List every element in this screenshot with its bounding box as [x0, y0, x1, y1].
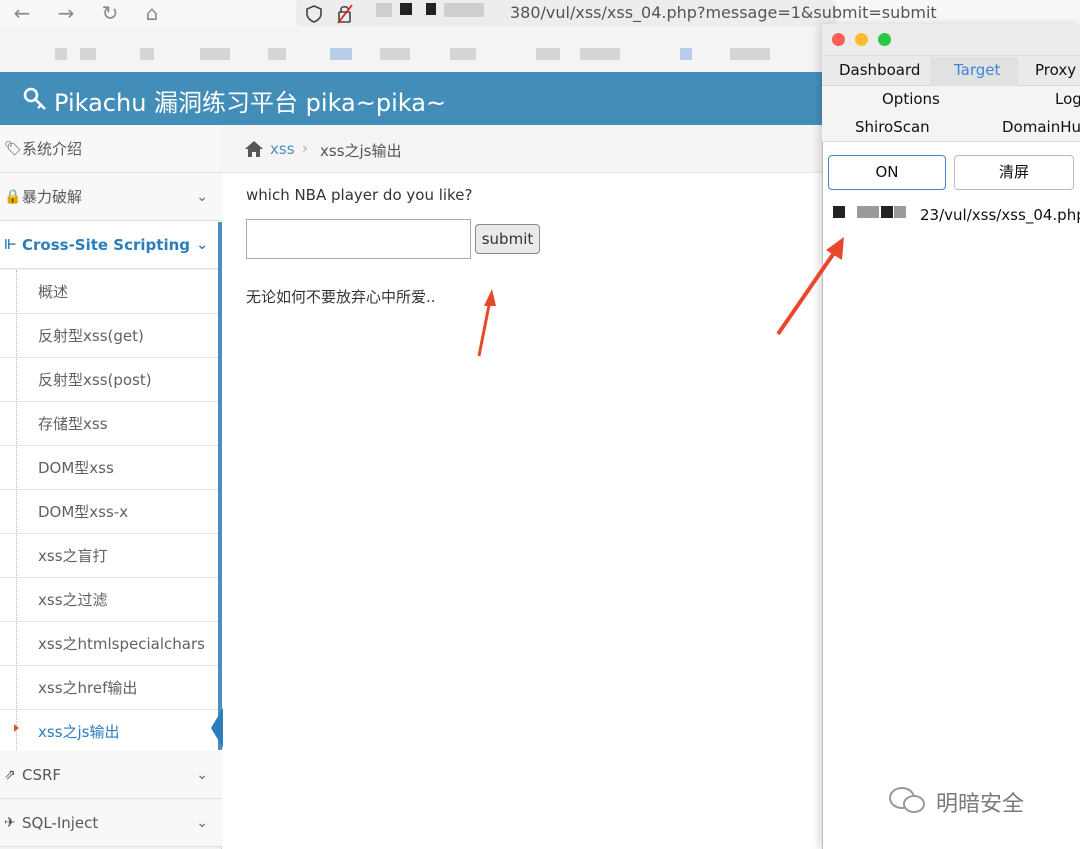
- watermark-text: 明暗安全: [936, 792, 1025, 817]
- arrow-to-result: [477, 289, 496, 357]
- annotation-arrows: [477, 237, 844, 357]
- wechat-icon: [889, 787, 925, 813]
- arrow-to-log: [776, 237, 844, 336]
